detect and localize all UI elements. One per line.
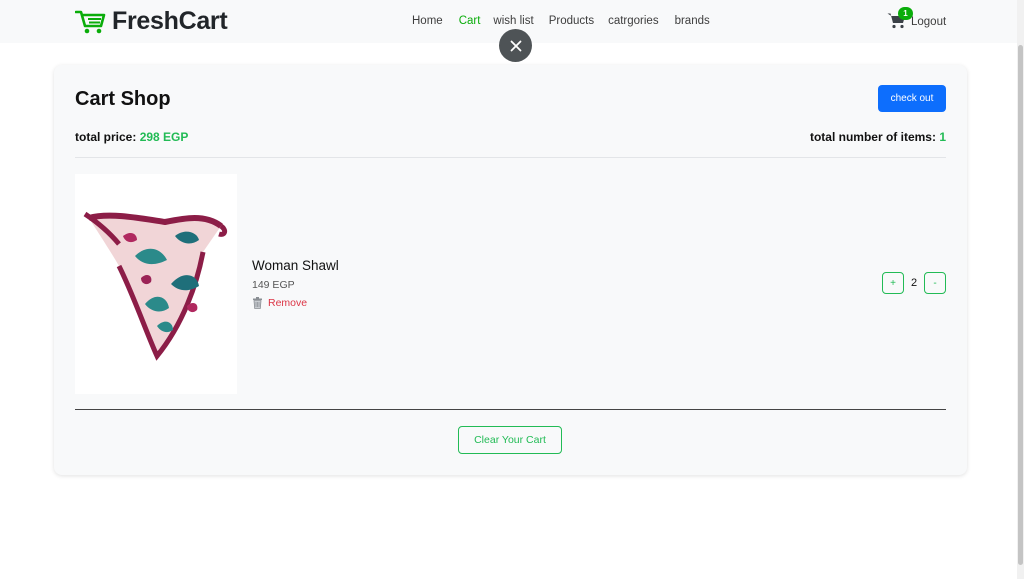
cart-panel: Cart Shop check out total price: 298 EGP… bbox=[54, 65, 967, 475]
shawl-image bbox=[83, 211, 228, 361]
nav-wishlist[interactable]: wish list bbox=[493, 15, 533, 27]
remove-label: Remove bbox=[268, 297, 308, 309]
total-items-label: total number of items: bbox=[809, 130, 936, 144]
nav-links: Home Cart wish list Products catrgories … bbox=[412, 15, 710, 27]
close-button[interactable] bbox=[499, 29, 532, 62]
divider bbox=[75, 157, 946, 158]
divider-dark bbox=[75, 409, 946, 410]
nav-home[interactable]: Home bbox=[412, 15, 443, 27]
nav-brands[interactable]: brands bbox=[675, 15, 710, 27]
scrollbar-thumb[interactable] bbox=[1018, 45, 1023, 565]
decrease-quantity-button[interactable]: - bbox=[924, 272, 946, 294]
total-price-label: total price: bbox=[75, 130, 137, 144]
quantity-value: 2 bbox=[910, 277, 918, 289]
nav-categories[interactable]: catrgories bbox=[608, 15, 659, 27]
increase-quantity-button[interactable]: + bbox=[882, 272, 904, 294]
total-items-value: 1 bbox=[939, 130, 946, 144]
close-icon bbox=[510, 40, 521, 51]
trash-icon bbox=[253, 297, 262, 309]
brand[interactable]: FreshCart bbox=[75, 7, 228, 36]
total-items: total number of items: 1 bbox=[810, 130, 946, 144]
clear-cart-button[interactable]: Clear Your Cart bbox=[458, 426, 562, 454]
remove-button[interactable]: Remove bbox=[252, 297, 307, 309]
total-price: total price: 298 EGP bbox=[75, 130, 188, 144]
product-price: 149 EGP bbox=[252, 279, 295, 291]
nav-cart[interactable]: Cart bbox=[459, 15, 481, 27]
brand-name: FreshCart bbox=[112, 7, 228, 35]
logout-link[interactable]: Logout bbox=[911, 16, 946, 28]
checkout-button[interactable]: check out bbox=[878, 85, 946, 112]
quantity-stepper: + 2 - bbox=[882, 272, 946, 294]
page-title: Cart Shop bbox=[75, 88, 171, 110]
scrollbar-track[interactable] bbox=[1017, 0, 1024, 579]
product-name: Woman Shawl bbox=[252, 258, 339, 273]
nav-products[interactable]: Products bbox=[549, 15, 594, 27]
product-image bbox=[75, 174, 237, 394]
logo-cart-icon bbox=[75, 10, 106, 33]
total-price-value: 298 EGP bbox=[139, 130, 189, 144]
